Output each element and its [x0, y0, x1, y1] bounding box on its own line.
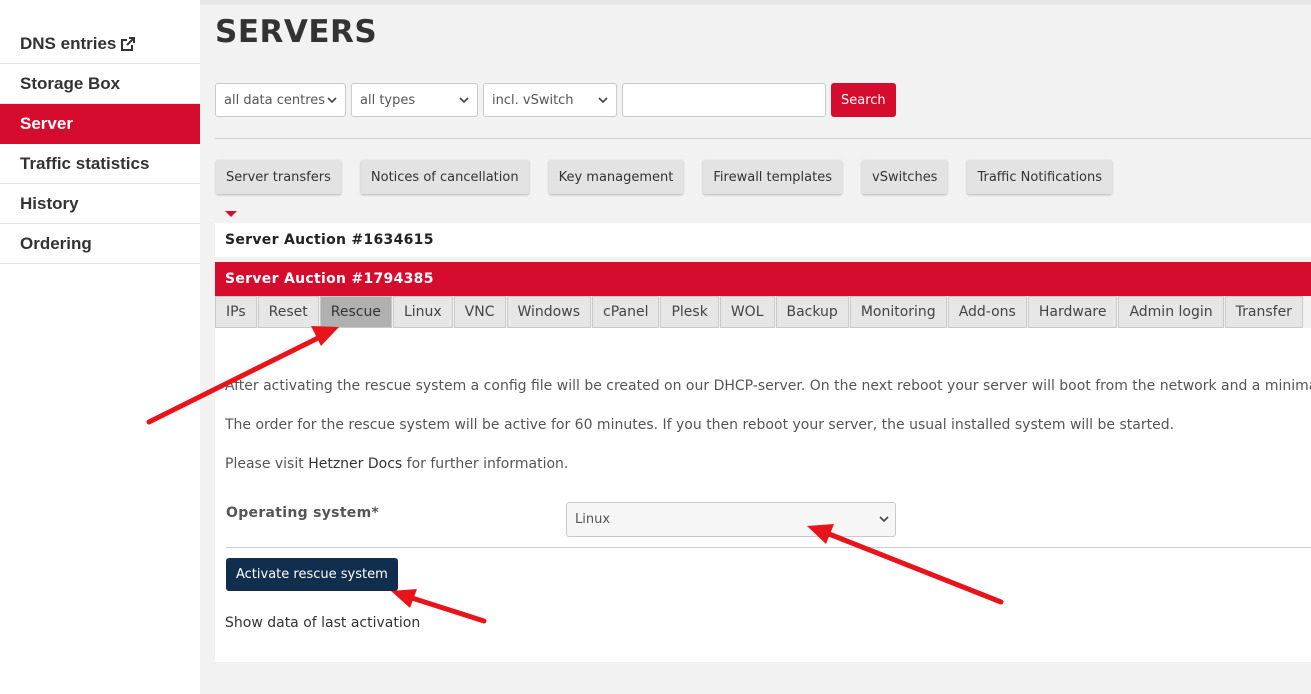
server-tabs: IPs Reset Rescue Linux VNC Windows cPane…: [215, 296, 1311, 328]
sidebar-item-dns-entries[interactable]: DNS entries: [0, 24, 200, 64]
rescue-duration-note: The order for the rescue system will be …: [225, 417, 1175, 433]
key-management-button[interactable]: Key management: [548, 160, 684, 194]
hetzner-docs-link[interactable]: Hetzner Docs: [308, 456, 402, 472]
page-title: SERVERS: [215, 14, 378, 50]
tab-transfer[interactable]: Transfer: [1224, 296, 1303, 328]
type-select[interactable]: all types: [351, 83, 478, 117]
server-name: Server Auction #1634615: [225, 232, 434, 248]
divider: [215, 138, 1311, 139]
datacentre-select[interactable]: all data centres: [215, 83, 346, 117]
tab-monitoring[interactable]: Monitoring: [849, 296, 947, 328]
sidebar-item-label: History: [20, 193, 79, 213]
sidebar-item-ordering[interactable]: Ordering: [0, 224, 200, 264]
tab-plesk[interactable]: Plesk: [660, 296, 719, 328]
activate-rescue-button[interactable]: Activate rescue system: [226, 558, 398, 591]
sidebar-item-label: Storage Box: [20, 73, 121, 93]
traffic-notifications-button[interactable]: Traffic Notifications: [967, 160, 1113, 194]
rescue-docs-note: Please visit Hetzner Docs for further in…: [225, 456, 568, 472]
operating-system-select[interactable]: Linux: [566, 502, 896, 537]
tab-backup[interactable]: Backup: [775, 296, 849, 328]
tab-ips[interactable]: IPs: [215, 296, 257, 328]
sidebar-item-storage-box[interactable]: Storage Box: [0, 64, 200, 104]
server-name: Server Auction #1794385: [225, 271, 434, 287]
tab-admin-login[interactable]: Admin login: [1118, 296, 1224, 328]
notices-of-cancellation-button[interactable]: Notices of cancellation: [360, 160, 529, 194]
sidebar-item-label: Server: [20, 113, 73, 133]
top-border: [200, 0, 1311, 5]
tab-cpanel[interactable]: cPanel: [592, 296, 660, 328]
quick-links: Server transfers Notices of cancellation…: [216, 160, 1132, 194]
sidebar-item-label: Ordering: [20, 233, 92, 253]
tab-linux[interactable]: Linux: [392, 296, 453, 328]
divider: [226, 547, 1311, 548]
docs-note-suffix: for further information.: [402, 456, 569, 472]
vswitch-select-value: incl. vSwitch: [492, 92, 574, 108]
datacentre-select-value: all data centres: [224, 92, 326, 108]
tab-rescue[interactable]: Rescue: [319, 296, 392, 328]
sidebar-item-label: DNS entries: [20, 33, 117, 53]
search-input[interactable]: [622, 83, 826, 117]
operating-system-value: Linux: [575, 512, 611, 527]
chevron-down-icon: [879, 516, 889, 523]
chevron-down-icon: [459, 96, 469, 104]
sidebar: DNS entries Storage Box Server Traffic s…: [0, 0, 200, 694]
sidebar-item-label: Traffic statistics: [20, 153, 150, 173]
tab-add-ons[interactable]: Add-ons: [947, 296, 1027, 328]
tab-hardware[interactable]: Hardware: [1027, 296, 1118, 328]
tab-reset[interactable]: Reset: [257, 296, 319, 328]
rescue-description: After activating the rescue system a con…: [225, 378, 1311, 394]
caret-down-icon: [225, 211, 237, 217]
filter-bar: all data centres all types incl. vSwitch…: [215, 83, 896, 117]
show-last-activation-link[interactable]: Show data of last activation: [225, 615, 420, 631]
server-row-expanded[interactable]: Server Auction #1794385: [215, 262, 1311, 296]
operating-system-label: Operating system*: [226, 505, 380, 521]
type-select-value: all types: [360, 92, 416, 108]
sidebar-item-history[interactable]: History: [0, 184, 200, 224]
vswitches-button[interactable]: vSwitches: [862, 160, 948, 194]
docs-note-prefix: Please visit: [225, 456, 309, 472]
tab-wol[interactable]: WOL: [719, 296, 775, 328]
main-content: SERVERS all data centres all types incl.…: [200, 0, 1311, 694]
server-transfers-button[interactable]: Server transfers: [216, 160, 341, 194]
tab-windows[interactable]: Windows: [506, 296, 591, 328]
search-button[interactable]: Search: [831, 83, 896, 117]
rescue-panel: After activating the rescue system a con…: [215, 328, 1311, 662]
chevron-down-icon: [598, 96, 608, 104]
server-row[interactable]: Server Auction #1634615: [215, 223, 1311, 257]
chevron-down-icon: [327, 96, 337, 104]
firewall-templates-button[interactable]: Firewall templates: [703, 160, 843, 194]
sidebar-item-traffic-statistics[interactable]: Traffic statistics: [0, 144, 200, 184]
vswitch-select[interactable]: incl. vSwitch: [483, 83, 617, 117]
tab-vnc[interactable]: VNC: [453, 296, 506, 328]
external-link-icon: [120, 36, 136, 52]
sidebar-item-server[interactable]: Server: [0, 104, 200, 144]
